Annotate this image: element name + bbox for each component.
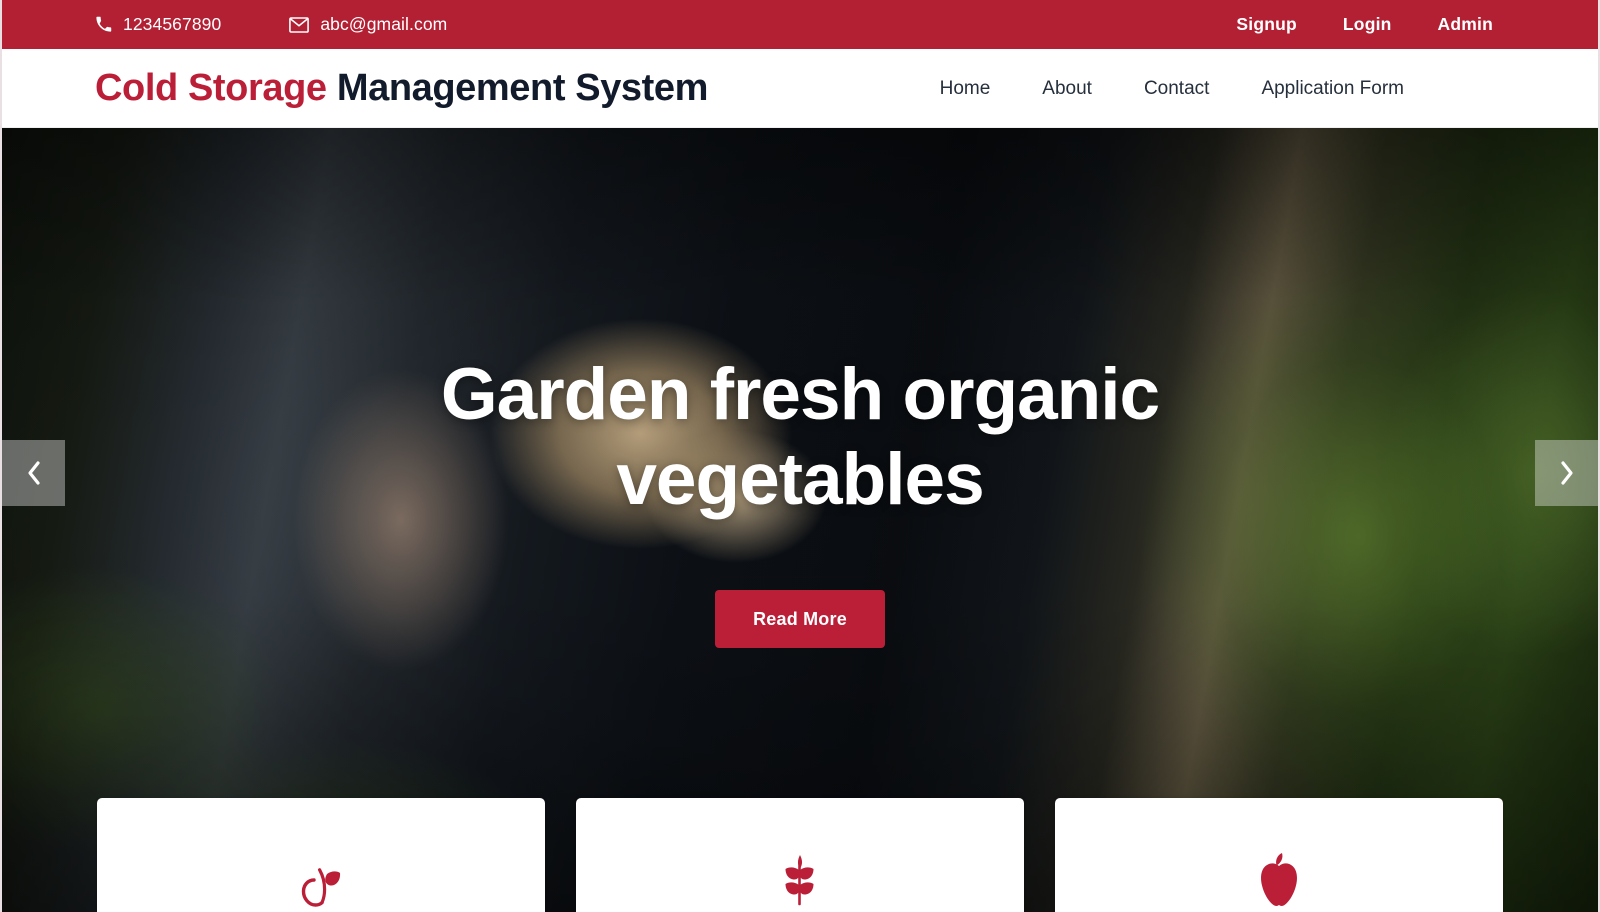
apple-solid-icon xyxy=(1256,848,1302,908)
primary-nav: Home About Contact Application Form xyxy=(914,79,1430,98)
chevron-left-icon xyxy=(23,458,45,488)
phone-number: 1234567890 xyxy=(123,13,222,34)
carousel-next-button[interactable] xyxy=(1535,440,1598,506)
hero-carousel: Garden fresh organic vegetables Read Mor… xyxy=(2,128,1598,912)
hero-content: Garden fresh organic vegetables Read Mor… xyxy=(2,128,1598,912)
nav-item-about[interactable]: About xyxy=(1016,79,1118,98)
apple-outline-leaf-icon xyxy=(298,848,344,908)
feature-cards-row xyxy=(97,798,1503,912)
carousel-prev-button[interactable] xyxy=(2,440,65,506)
page-root: 1234567890 abc@gmail.com Signup Login Ad… xyxy=(0,0,1600,912)
chevron-right-icon xyxy=(1556,458,1578,488)
phone-icon xyxy=(95,16,112,33)
main-navbar: Cold Storage Management System Home Abou… xyxy=(2,49,1598,128)
brand-rest-text: Management System xyxy=(326,67,709,109)
phone-contact[interactable]: 1234567890 xyxy=(95,13,222,34)
card-leaf[interactable] xyxy=(576,798,1024,912)
topbar-contact-group: 1234567890 abc@gmail.com xyxy=(95,13,448,34)
email-contact[interactable]: abc@gmail.com xyxy=(289,13,448,34)
nav-item-application-form[interactable]: Application Form xyxy=(1235,79,1430,98)
email-address: abc@gmail.com xyxy=(320,13,448,34)
read-more-button[interactable]: Read More xyxy=(715,590,885,649)
admin-link[interactable]: Admin xyxy=(1438,15,1493,34)
brand-accent-text: Cold Storage xyxy=(95,67,327,109)
envelope-icon xyxy=(289,16,310,33)
leaf-sprig-icon xyxy=(777,848,823,908)
nav-item-home[interactable]: Home xyxy=(914,79,1017,98)
login-link[interactable]: Login xyxy=(1343,15,1392,34)
card-fruit[interactable] xyxy=(97,798,545,912)
card-apple[interactable] xyxy=(1055,798,1503,912)
hero-headline: Garden fresh organic vegetables xyxy=(440,354,1160,520)
top-contact-bar: 1234567890 abc@gmail.com Signup Login Ad… xyxy=(2,0,1598,49)
nav-item-contact[interactable]: Contact xyxy=(1118,79,1235,98)
site-brand-logo[interactable]: Cold Storage Management System xyxy=(95,69,708,107)
topbar-account-links: Signup Login Admin xyxy=(1236,15,1493,34)
signup-link[interactable]: Signup xyxy=(1236,15,1297,34)
